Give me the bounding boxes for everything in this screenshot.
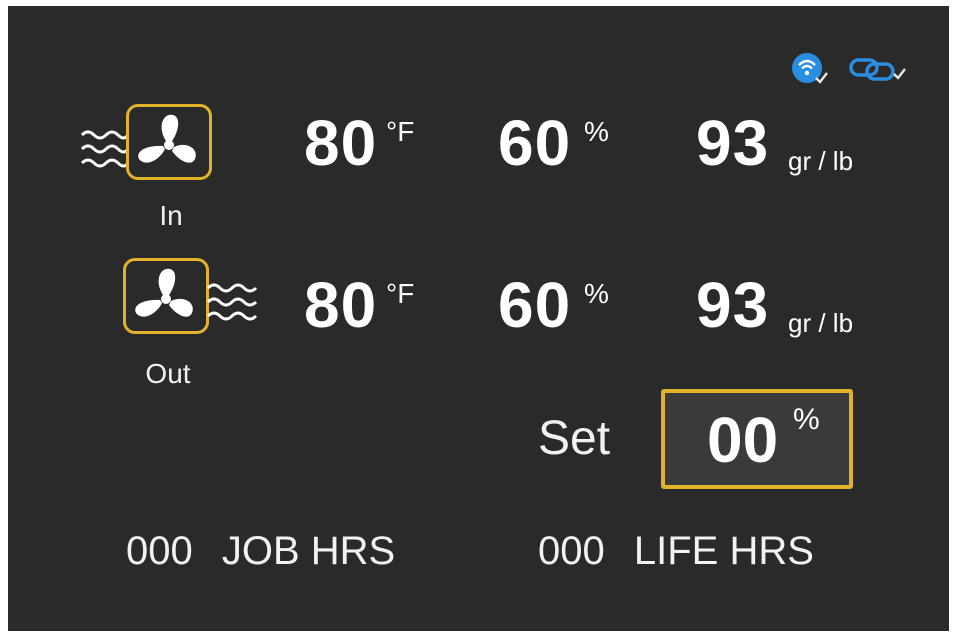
- inlet-humidity-unit: %: [584, 116, 609, 147]
- inlet-grains: 93 gr / lb: [696, 106, 876, 186]
- outlet-temp-unit: °F: [386, 278, 415, 309]
- outlet-fan-indicator: [123, 258, 209, 334]
- outlet-grains-unit: gr / lb: [788, 308, 854, 338]
- inlet-humidity: 60 %: [498, 106, 628, 186]
- inlet-fan-indicator: [126, 104, 212, 180]
- device-display: In 80 °F 60 % 93 gr / lb Out 80 °F 60 % …: [8, 6, 949, 631]
- fan-icon: [135, 268, 193, 317]
- job-hours-value: 000: [126, 529, 193, 573]
- fan-icon: [138, 114, 196, 163]
- wifi-connected-icon: [792, 53, 828, 84]
- inlet-grains-unit: gr / lb: [788, 146, 854, 176]
- inlet-grains-value: 93: [696, 107, 770, 179]
- inlet-temperature: 80 °F: [304, 106, 434, 186]
- setpoint-unit: %: [793, 403, 820, 436]
- airflow-waves-icon: [80, 130, 128, 168]
- life-hours-value: 000: [538, 529, 605, 573]
- outlet-grains-value: 93: [696, 269, 770, 341]
- outlet-temp-value: 80: [304, 269, 378, 341]
- outlet-label: Out: [145, 358, 191, 389]
- inlet-temp-unit: °F: [386, 116, 415, 147]
- link-connected-icon: [849, 58, 906, 81]
- airflow-waves-icon: [206, 283, 258, 321]
- inlet-label: In: [159, 200, 183, 231]
- outlet-humidity-value: 60: [498, 269, 572, 341]
- outlet-grains: 93 gr / lb: [696, 268, 876, 348]
- job-hours-label: JOB HRS: [221, 529, 396, 573]
- outlet-humidity: 60 %: [498, 268, 628, 348]
- job-hours: 000 JOB HRS: [126, 529, 395, 574]
- setpoint-label: Set: [538, 412, 611, 465]
- setpoint-control[interactable]: 00 %: [661, 389, 853, 489]
- outlet-humidity-unit: %: [584, 278, 609, 309]
- inlet-temp-value: 80: [304, 107, 378, 179]
- life-hours: 000 LIFE HRS: [538, 529, 814, 574]
- life-hours-label: LIFE HRS: [633, 529, 814, 573]
- inlet-humidity-value: 60: [498, 107, 572, 179]
- outlet-temperature: 80 °F: [304, 268, 434, 348]
- setpoint-value: 00: [707, 404, 779, 476]
